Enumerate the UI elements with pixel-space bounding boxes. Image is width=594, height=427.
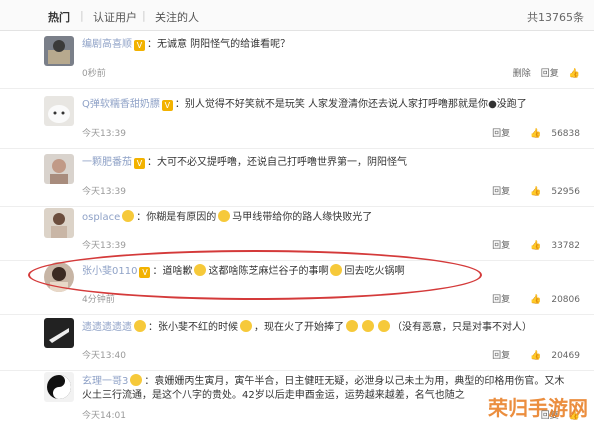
tab-separator: | xyxy=(142,9,146,22)
like-count: 20469 xyxy=(551,351,580,361)
comment-item: 一颗肥番茄 V ：大可不必又提呼噜，还说自己打呼噜世界第一，阴阳怪气 今天13:39… xyxy=(0,150,594,207)
smile-emoji-icon xyxy=(122,210,135,222)
comment-body: ：大可不必又提呼噜，还说自己打呼噜世界第一，阴阳怪气 xyxy=(147,157,407,168)
comment-author[interactable]: 遗遗遗遗遗 xyxy=(82,322,132,333)
emoji-icon xyxy=(362,320,374,332)
comment-total: 共13765条 xyxy=(527,11,584,24)
comment-body: ：无诚意 阴阳怪气的给谁看呢？ xyxy=(147,39,291,50)
comment-author[interactable]: Q弹软糯香甜奶膘 xyxy=(82,99,160,110)
comment-time: 今天13:40 xyxy=(82,351,126,361)
comment-author[interactable]: 一颗肥番茄 xyxy=(82,157,132,168)
watermark-logo: 荣归手游网 xyxy=(488,396,588,420)
comment-text: 一颗肥番茄 V ：大可不必又提呼噜，还说自己打呼噜世界第一，阴阳怪气 xyxy=(82,156,582,170)
verified-badge-icon: V xyxy=(134,158,145,169)
tab-following[interactable]: 关注的人 xyxy=(155,9,199,25)
comment-body: ：你糊是有原因的 xyxy=(136,212,217,223)
comment-text: 编剧高喜顺 V ：无诚意 阴阳怪气的给谁看呢？ xyxy=(82,38,582,52)
comment-time: 今天14:01 xyxy=(82,411,126,421)
comment-text: Q弹软糯香甜奶膘 V ：别人觉得不好笑就不是玩笑 人家发澄清你还去说人家打呼噜那就是… xyxy=(82,98,582,112)
comment-tabs: 热门 | 认证用户 | 关注的人 共13765条 xyxy=(0,0,594,31)
comment-actions: 回复 👍 33782 xyxy=(482,238,580,251)
avatar[interactable] xyxy=(44,36,74,66)
comment-actions: 回复 👍 56838 xyxy=(482,126,580,139)
delete-link[interactable]: 删除 xyxy=(513,69,531,79)
comment-actions: 回复 👍 52956 xyxy=(482,184,580,197)
like-count: 52956 xyxy=(551,187,580,197)
like-button[interactable]: 👍 52956 xyxy=(520,187,580,197)
comment-actions: 回复 👍 20469 xyxy=(482,348,580,361)
reply-link[interactable]: 回复 xyxy=(492,241,510,251)
comment-body-tail: （没有恶意，只是对事不对人） xyxy=(392,322,532,333)
emoji-icon xyxy=(240,320,252,332)
verified-badge-icon: V xyxy=(134,40,145,51)
like-icon[interactable]: 👍 xyxy=(569,69,580,79)
tab-verified[interactable]: 认证用户 xyxy=(93,9,137,25)
comment-actions: 删除 回复 👍 xyxy=(503,66,580,79)
comment-item: Q弹软糯香甜奶膘 V ：别人觉得不好笑就不是玩笑 人家发澄清你还去说人家打呼噜那就是… xyxy=(0,92,594,149)
reply-link[interactable]: 回复 xyxy=(492,187,510,197)
comment-time: 今天13:39 xyxy=(82,129,126,139)
reply-link[interactable]: 回复 xyxy=(541,69,559,79)
like-button[interactable]: 👍 56838 xyxy=(520,129,580,139)
comment-body: ：别人觉得不好笑就不是玩笑 人家发澄清你还去说人家打呼噜那就是你 xyxy=(174,99,489,110)
peach-icon: ● xyxy=(488,99,497,110)
emoji-icon xyxy=(130,374,143,386)
like-icon: 👍 xyxy=(530,241,542,251)
like-icon: 👍 xyxy=(530,295,542,305)
avatar[interactable] xyxy=(44,318,74,348)
like-icon: 👍 xyxy=(530,187,542,197)
like-count: 20806 xyxy=(551,295,580,305)
comment-author[interactable]: osplace xyxy=(82,212,120,223)
reply-link[interactable]: 回复 xyxy=(492,295,510,305)
comment-body-suffix: 没跑了 xyxy=(496,99,527,110)
comment-text: 遗遗遗遗遗 ：张小斐不红的时候 ，现在火了开始捧了 （没有恶意，只是对事不对人） xyxy=(82,320,582,335)
avatar[interactable] xyxy=(44,372,74,402)
comment-item: 编剧高喜顺 V ：无诚意 阴阳怪气的给谁看呢？ 0秒前 删除 回复 👍 xyxy=(0,32,594,89)
like-icon: 👍 xyxy=(530,129,542,139)
comment-body-suffix: 马甲线带给你的路人缘快败光了 xyxy=(232,212,373,223)
comment-body-suffix: ，现在火了开始捧了 xyxy=(254,322,344,333)
comment-item: 遗遗遗遗遗 ：张小斐不红的时候 ，现在火了开始捧了 （没有恶意，只是对事不对人） 今天… xyxy=(0,314,594,371)
emoji-icon xyxy=(134,320,146,332)
comment-author[interactable]: 玄理一哥3 xyxy=(82,376,128,387)
like-icon: 👍 xyxy=(530,351,542,361)
comment-actions: 回复 👍 20806 xyxy=(482,292,580,305)
comment-body: ：张小斐不红的时候 xyxy=(148,322,238,333)
comment-text: osplace ：你糊是有原因的 马甲线带给你的路人缘快败光了 xyxy=(82,210,582,225)
verified-badge-icon: V xyxy=(161,100,173,111)
like-button[interactable]: 👍 20806 xyxy=(520,295,580,305)
comment-time: 0秒前 xyxy=(82,69,106,79)
comment-page: 热门 | 认证用户 | 关注的人 共13765条 编剧高喜顺 V ：无诚意 阴阳怪气… xyxy=(0,0,594,427)
comment-author[interactable]: 编剧高喜顺 xyxy=(82,39,132,50)
avatar[interactable] xyxy=(44,154,74,184)
comment-time: 今天13:39 xyxy=(82,241,126,251)
emoji-icon xyxy=(378,320,390,332)
like-button[interactable]: 👍 20469 xyxy=(520,351,580,361)
reply-link[interactable]: 回复 xyxy=(492,129,510,139)
like-count: 56838 xyxy=(551,129,580,139)
reply-link[interactable]: 回复 xyxy=(492,351,510,361)
avatar[interactable] xyxy=(44,208,74,238)
tab-hot[interactable]: 热门 xyxy=(48,9,70,25)
emoji-icon xyxy=(346,320,358,332)
avatar[interactable] xyxy=(44,96,74,126)
like-count: 33782 xyxy=(551,241,580,251)
comment-time: 今天13:39 xyxy=(82,187,126,197)
highlight-circle xyxy=(28,250,482,300)
grin-emoji-icon xyxy=(218,210,231,222)
like-button[interactable]: 👍 33782 xyxy=(520,241,580,251)
tab-separator: | xyxy=(80,9,84,22)
